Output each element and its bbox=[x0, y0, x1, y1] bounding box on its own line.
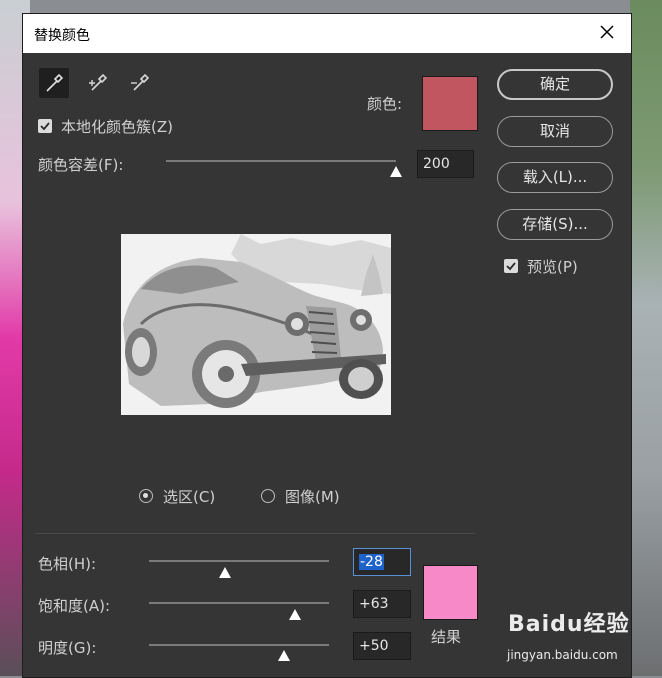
preview-label: 预览(P) bbox=[527, 258, 578, 276]
ok-button[interactable]: 确定 bbox=[497, 69, 613, 100]
saturation-label: 饱和度(A): bbox=[38, 597, 111, 615]
eyedropper-icon[interactable] bbox=[39, 68, 69, 98]
eyedropper-plus-icon[interactable] bbox=[83, 68, 113, 98]
selection-preview bbox=[121, 234, 391, 415]
checkmark-icon bbox=[40, 122, 50, 131]
window-title: 替换颜色 bbox=[34, 28, 90, 44]
hue-slider-track[interactable] bbox=[149, 560, 329, 562]
section-divider bbox=[35, 533, 475, 534]
hue-value: -28 bbox=[359, 554, 384, 570]
checkmark-icon bbox=[506, 262, 516, 271]
saturation-slider-thumb[interactable] bbox=[288, 609, 301, 620]
saturation-slider-track[interactable] bbox=[149, 602, 329, 604]
lightness-input[interactable]: +50 bbox=[353, 632, 411, 660]
hue-label: 色相(H): bbox=[38, 555, 97, 573]
watermark-url: jingyan.baidu.com bbox=[507, 648, 618, 662]
fuzziness-input[interactable]: 200 bbox=[417, 150, 474, 178]
saturation-input[interactable]: +63 bbox=[353, 590, 411, 618]
lightness-slider-track[interactable] bbox=[149, 644, 329, 646]
fuzziness-slider-thumb[interactable] bbox=[390, 166, 402, 177]
hue-input[interactable]: -28 bbox=[353, 548, 411, 576]
localized-checkbox[interactable] bbox=[38, 119, 52, 133]
result-label: 结果 bbox=[431, 628, 462, 646]
fuzziness-label: 颜色容差(F): bbox=[38, 156, 124, 174]
color-swatch[interactable] bbox=[422, 76, 478, 131]
title-bar: 替换颜色 bbox=[23, 14, 631, 53]
hue-slider-thumb[interactable] bbox=[218, 567, 231, 578]
lightness-slider-thumb[interactable] bbox=[278, 650, 290, 661]
result-swatch[interactable] bbox=[423, 565, 478, 620]
color-label: 颜色: bbox=[367, 95, 403, 113]
image-radio-label: 图像(M) bbox=[285, 488, 340, 506]
eyedropper-minus-icon[interactable] bbox=[125, 68, 155, 98]
background-photo-right bbox=[630, 0, 662, 676]
save-button[interactable]: 存储(S)... bbox=[497, 209, 613, 240]
watermark-brand: Baidu经验 bbox=[508, 612, 630, 637]
close-icon[interactable] bbox=[597, 22, 617, 42]
selection-radio-label: 选区(C) bbox=[163, 488, 216, 506]
image-radio[interactable] bbox=[261, 489, 275, 503]
replace-color-dialog: 替换颜色 颜色: 本地化颜色簇(Z) 颜色容差(F): 200 确定 取消 载入… bbox=[22, 13, 632, 678]
fuzziness-slider-track[interactable] bbox=[166, 160, 396, 162]
lightness-label: 明度(G): bbox=[38, 639, 97, 657]
cancel-button[interactable]: 取消 bbox=[497, 116, 613, 147]
load-button[interactable]: 载入(L)... bbox=[497, 162, 613, 193]
selection-radio[interactable] bbox=[139, 489, 153, 503]
localized-label: 本地化颜色簇(Z) bbox=[61, 118, 173, 136]
preview-checkbox[interactable] bbox=[504, 259, 518, 273]
